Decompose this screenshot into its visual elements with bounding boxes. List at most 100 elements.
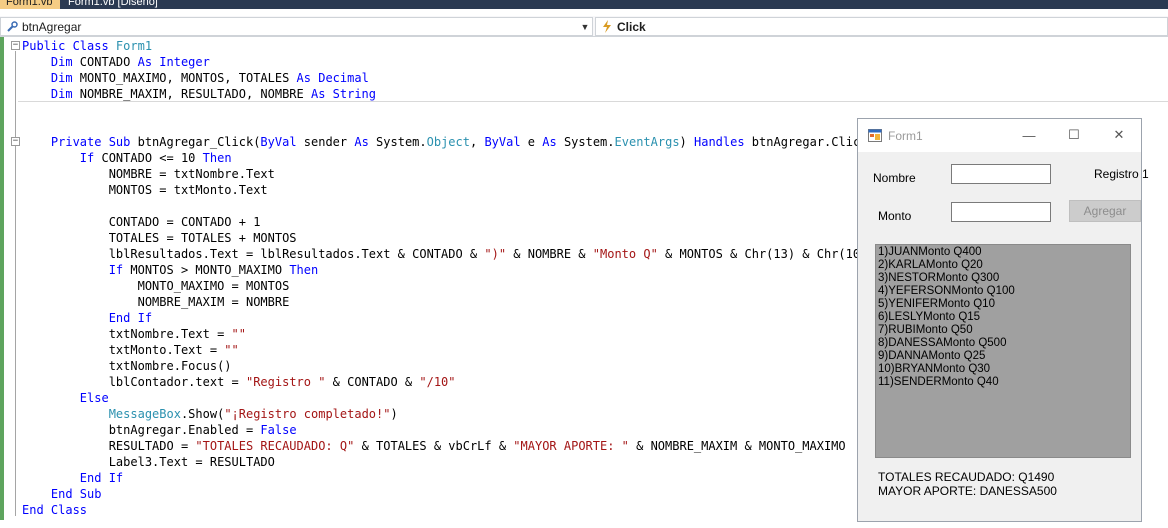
code-token: As String [310, 87, 377, 101]
code-line: Public Class Form1 [22, 38, 152, 54]
fold-toggle-sub[interactable]: − [11, 137, 20, 146]
object-dropdown[interactable]: btnAgregar ▼ [0, 17, 593, 36]
code-token: Dim [22, 71, 80, 85]
code-token: btnAgregar_Click( [137, 135, 261, 149]
code-token: "/10" [419, 375, 456, 389]
code-token: "" [231, 327, 246, 341]
result-entry: 5)YENIFERMonto Q10 [878, 298, 995, 310]
code-token: Public Class [22, 39, 116, 53]
code-token: As Decimal [296, 71, 369, 85]
nombre-input[interactable] [951, 164, 1051, 184]
result-entry: 10)BRYANMonto Q30 [878, 363, 991, 375]
code-token: MONTOS = txtMonto.Text [22, 183, 268, 197]
code-line: Else [22, 390, 109, 406]
code-token: e [527, 135, 543, 149]
tab-form1-vb[interactable]: Form1.vb [0, 0, 60, 9]
summary-totales: TOTALES RECAUDADO: Q1490 [878, 470, 1055, 484]
code-token: EventArgs [614, 135, 680, 149]
code-line: End If [22, 470, 123, 486]
code-token: & TOTALES & vbCrLf & [354, 439, 514, 453]
result-entry: 2)KARLAMonto Q20 [878, 259, 983, 271]
code-token: CONTADO [79, 55, 138, 69]
code-token: Then [202, 151, 232, 165]
fold-toggle-class[interactable]: − [11, 41, 20, 50]
code-token: CONTADO <= 10 [101, 151, 203, 165]
code-token: "Monto Q" [592, 247, 658, 261]
code-token: "" [224, 343, 239, 357]
monto-input[interactable] [951, 202, 1051, 222]
result-entry: 4)YEFERSONMonto Q100 [878, 285, 1015, 297]
code-token: "¡Registro completado!" [224, 407, 391, 421]
code-line: txtNombre.Focus() [22, 358, 232, 374]
minimize-button[interactable]: — [1015, 124, 1043, 146]
event-dropdown[interactable]: Click [595, 17, 1168, 36]
code-line: MessageBox.Show("¡Registro completado!") [22, 406, 398, 422]
event-dropdown-value: Click [617, 19, 646, 34]
maximize-button[interactable]: ☐ [1060, 124, 1088, 146]
agregar-button[interactable]: Agregar [1069, 200, 1141, 222]
code-token: RESULTADO = [22, 439, 196, 453]
code-line: NOMBRE = txtNombre.Text [22, 166, 275, 182]
code-token: lblContador.text = [22, 375, 246, 389]
code-line: Private Sub btnAgregar_Click(ByVal sende… [22, 134, 868, 150]
code-token: NOMBRE_MAXIM, RESULTADO, NOMBRE [79, 87, 311, 101]
change-tracking-bar [0, 37, 4, 520]
code-line: If MONTOS > MONTO_MAXIMO Then [22, 262, 319, 278]
code-token: As [354, 135, 377, 149]
code-line: MONTO_MAXIMO = MONTOS [22, 278, 290, 294]
code-token: MONTOS > MONTO_MAXIMO [130, 263, 290, 277]
code-token: If [22, 263, 131, 277]
code-token: ) [679, 135, 694, 149]
tab-form1-design[interactable]: Form1.vb [Diseño] [62, 0, 164, 9]
code-token: "MAYOR APORTE: " [513, 439, 629, 453]
form-titlebar[interactable]: Form1 — ☐ ✕ [858, 119, 1141, 152]
wrench-icon [4, 19, 20, 35]
summary-mayor-aporte: MAYOR APORTE: DANESSA500 [878, 484, 1057, 498]
code-line: End Class [22, 502, 87, 518]
code-line: If CONTADO <= 10 Then [22, 150, 232, 166]
code-line: Label3.Text = RESULTADO [22, 454, 275, 470]
code-token: "TOTALES RECAUDADO: Q" [195, 439, 355, 453]
lightning-icon [599, 19, 615, 35]
code-token: ByVal [260, 135, 304, 149]
code-token: As Integer [137, 55, 210, 69]
code-line: txtNombre.Text = "" [22, 326, 246, 342]
chevron-down-icon[interactable]: ▼ [578, 18, 592, 36]
code-token: TOTALES = TOTALES + MONTOS [22, 231, 297, 245]
code-token: As [542, 135, 564, 149]
code-token: System. [376, 135, 427, 149]
close-button[interactable]: ✕ [1105, 124, 1133, 146]
code-token: Dim [22, 55, 80, 69]
result-entry: 3)NESTORMonto Q300 [878, 272, 1000, 284]
result-entry: 8)DANESSAMonto Q500 [878, 337, 1007, 349]
code-line: Dim CONTADO As Integer [22, 54, 210, 70]
nombre-label: Nombre [873, 171, 916, 185]
result-entry: 11)SENDERMonto Q40 [878, 376, 999, 388]
code-token: MONTO_MAXIMO, MONTOS, TOTALES [79, 71, 297, 85]
result-entry: 9)DANNAMonto Q25 [878, 350, 986, 362]
code-token: End If [22, 471, 124, 485]
code-token: txtMonto.Text = [22, 343, 225, 357]
code-line: Dim MONTO_MAXIMO, MONTOS, TOTALES As Dec… [22, 70, 369, 86]
code-token: MessageBox [108, 407, 181, 421]
code-token: & NOMBRE_MAXIM & MONTO_MAXIMO [628, 439, 846, 453]
code-token: btnAgregar.Click [751, 135, 868, 149]
code-line: CONTADO = CONTADO + 1 [22, 214, 261, 230]
code-line: lblResultados.Text = lblResultados.Text … [22, 246, 868, 262]
registro-label: Registro 1 [1094, 167, 1149, 181]
code-line: txtMonto.Text = "" [22, 342, 239, 358]
code-token: MONTO_MAXIMO = MONTOS [22, 279, 290, 293]
code-token: ) [390, 407, 398, 421]
code-token: End Class [22, 503, 88, 517]
code-token: & MONTOS & Chr(13) & Chr(10) [657, 247, 868, 261]
code-token: btnAgregar.Enabled = [22, 423, 261, 437]
code-navigation-bar: btnAgregar ▼ Click [0, 16, 1168, 37]
code-token: If [22, 151, 102, 165]
code-token: Else [22, 391, 109, 405]
code-token: sender [303, 135, 355, 149]
code-token: False [260, 423, 297, 437]
code-line: RESULTADO = "TOTALES RECAUDADO: Q" & TOT… [22, 438, 846, 454]
form1-window: Form1 — ☐ ✕ Nombre Registro 1 Monto Agre… [857, 118, 1149, 522]
code-token: Dim [22, 87, 80, 101]
